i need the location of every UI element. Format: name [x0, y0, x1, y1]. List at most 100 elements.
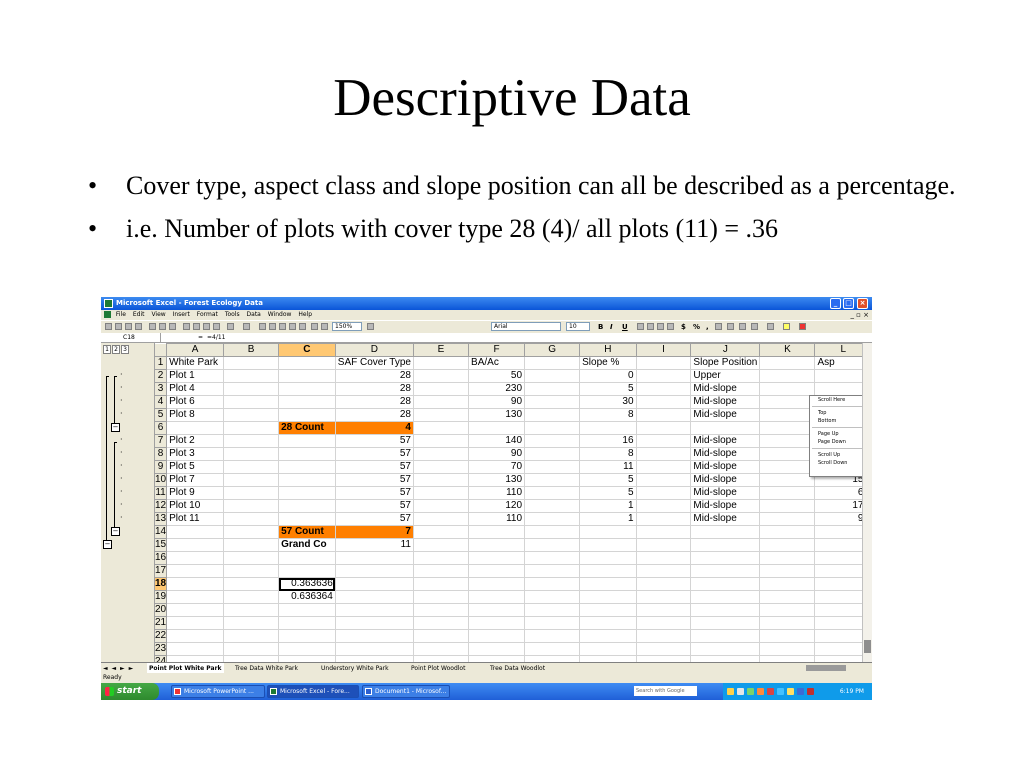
table-cell[interactable]: 57	[334, 486, 414, 500]
table-cell[interactable]	[524, 486, 581, 500]
table-cell[interactable]	[635, 447, 692, 461]
column-header[interactable]: F	[468, 343, 526, 357]
table-cell[interactable]	[524, 590, 581, 604]
table-cell[interactable]	[579, 629, 637, 643]
column-header[interactable]: D	[334, 343, 414, 357]
worksheet-grid[interactable]: 123 · · · · − · · · · · · · − − A B C D …	[101, 343, 872, 662]
table-cell[interactable]	[222, 473, 280, 487]
table-cell[interactable]	[222, 486, 280, 500]
table-cell[interactable]: Plot 7	[166, 473, 224, 487]
table-cell[interactable]: 28	[334, 395, 414, 409]
table-cell[interactable]	[334, 616, 414, 630]
table-cell[interactable]	[334, 551, 414, 565]
comma-button[interactable]: ,	[706, 321, 709, 333]
table-cell[interactable]: 90	[468, 395, 526, 409]
table-cell[interactable]	[635, 434, 692, 448]
table-cell[interactable]	[334, 603, 414, 617]
row-header[interactable]: 15	[153, 538, 168, 552]
table-cell[interactable]	[278, 434, 336, 448]
table-cell[interactable]: 5	[579, 473, 637, 487]
table-cell[interactable]	[759, 603, 816, 617]
font-color-icon[interactable]	[799, 323, 806, 330]
table-cell[interactable]	[166, 603, 224, 617]
bold-button[interactable]: B	[598, 321, 603, 333]
table-cell[interactable]: Mid-slope	[690, 447, 761, 461]
row-header[interactable]: 11	[153, 486, 168, 500]
percent-button[interactable]: %	[693, 321, 700, 333]
table-cell[interactable]: Plot 8	[166, 408, 224, 422]
table-cell[interactable]	[222, 395, 280, 409]
table-cell[interactable]	[524, 603, 581, 617]
table-cell[interactable]	[579, 616, 637, 630]
table-cell[interactable]: Slope %	[579, 356, 637, 370]
tray-icon[interactable]	[727, 688, 734, 695]
table-cell[interactable]	[759, 486, 816, 500]
table-cell[interactable]	[166, 421, 224, 435]
scroll-thumb[interactable]	[864, 640, 871, 653]
row-header[interactable]: 14	[153, 525, 168, 539]
align-right-icon[interactable]	[657, 323, 664, 330]
table-cell[interactable]	[222, 460, 280, 474]
table-cell[interactable]	[759, 642, 816, 656]
merge-center-icon[interactable]	[667, 323, 674, 330]
column-header[interactable]: C	[278, 343, 336, 357]
table-cell[interactable]: Plot 11	[166, 512, 224, 526]
table-cell[interactable]	[222, 499, 280, 513]
table-cell[interactable]	[412, 434, 470, 448]
table-cell[interactable]: Mid-slope	[690, 395, 761, 409]
table-cell[interactable]	[759, 421, 816, 435]
table-cell[interactable]	[412, 356, 470, 370]
table-cell[interactable]	[579, 421, 637, 435]
print-icon[interactable]	[149, 323, 156, 330]
table-cell[interactable]	[222, 551, 280, 565]
outline-collapse-button[interactable]: −	[111, 423, 120, 432]
table-cell[interactable]	[635, 460, 692, 474]
table-cell[interactable]	[468, 538, 526, 552]
table-cell[interactable]	[524, 460, 581, 474]
borders-icon[interactable]	[767, 323, 774, 330]
redo-icon[interactable]	[243, 323, 250, 330]
decrease-indent-icon[interactable]	[739, 323, 746, 330]
table-cell[interactable]: 130	[468, 473, 526, 487]
table-cell[interactable]	[759, 590, 816, 604]
table-cell[interactable]	[635, 642, 692, 656]
table-cell[interactable]	[759, 564, 816, 578]
row-header[interactable]: 18	[153, 577, 168, 591]
row-header[interactable]: 4	[153, 395, 168, 409]
paste-icon[interactable]	[203, 323, 210, 330]
table-cell[interactable]	[278, 629, 336, 643]
table-cell[interactable]: 28 Count	[278, 421, 336, 435]
table-cell[interactable]	[635, 629, 692, 643]
table-cell[interactable]	[524, 525, 581, 539]
table-cell[interactable]	[222, 525, 280, 539]
table-cell[interactable]	[579, 642, 637, 656]
spelling-icon[interactable]	[169, 323, 176, 330]
table-cell[interactable]	[635, 356, 692, 370]
table-cell[interactable]	[278, 551, 336, 565]
table-cell[interactable]	[468, 642, 526, 656]
table-cell[interactable]	[759, 447, 816, 461]
table-cell[interactable]: 110	[468, 486, 526, 500]
hyperlink-icon[interactable]	[259, 323, 266, 330]
horizontal-scroll-thumb[interactable]	[806, 665, 846, 671]
name-box[interactable]: C18	[103, 333, 161, 342]
table-cell[interactable]	[468, 603, 526, 617]
start-button[interactable]: start	[101, 683, 159, 700]
table-cell[interactable]	[759, 382, 816, 396]
new-icon[interactable]	[105, 323, 112, 330]
tray-icon[interactable]	[767, 688, 774, 695]
table-cell[interactable]	[334, 564, 414, 578]
table-cell[interactable]	[166, 642, 224, 656]
maximize-button[interactable]: □	[843, 298, 854, 309]
row-header[interactable]: 1	[153, 356, 168, 370]
row-header[interactable]: 13	[153, 512, 168, 526]
table-cell[interactable]	[412, 395, 470, 409]
table-cell[interactable]	[334, 590, 414, 604]
table-cell[interactable]: 11	[334, 538, 414, 552]
table-cell[interactable]	[635, 551, 692, 565]
table-cell[interactable]	[759, 512, 816, 526]
table-cell[interactable]	[222, 616, 280, 630]
table-cell[interactable]	[412, 499, 470, 513]
chart-wizard-icon[interactable]	[311, 323, 318, 330]
google-search-box[interactable]: Search with Google	[634, 686, 697, 696]
